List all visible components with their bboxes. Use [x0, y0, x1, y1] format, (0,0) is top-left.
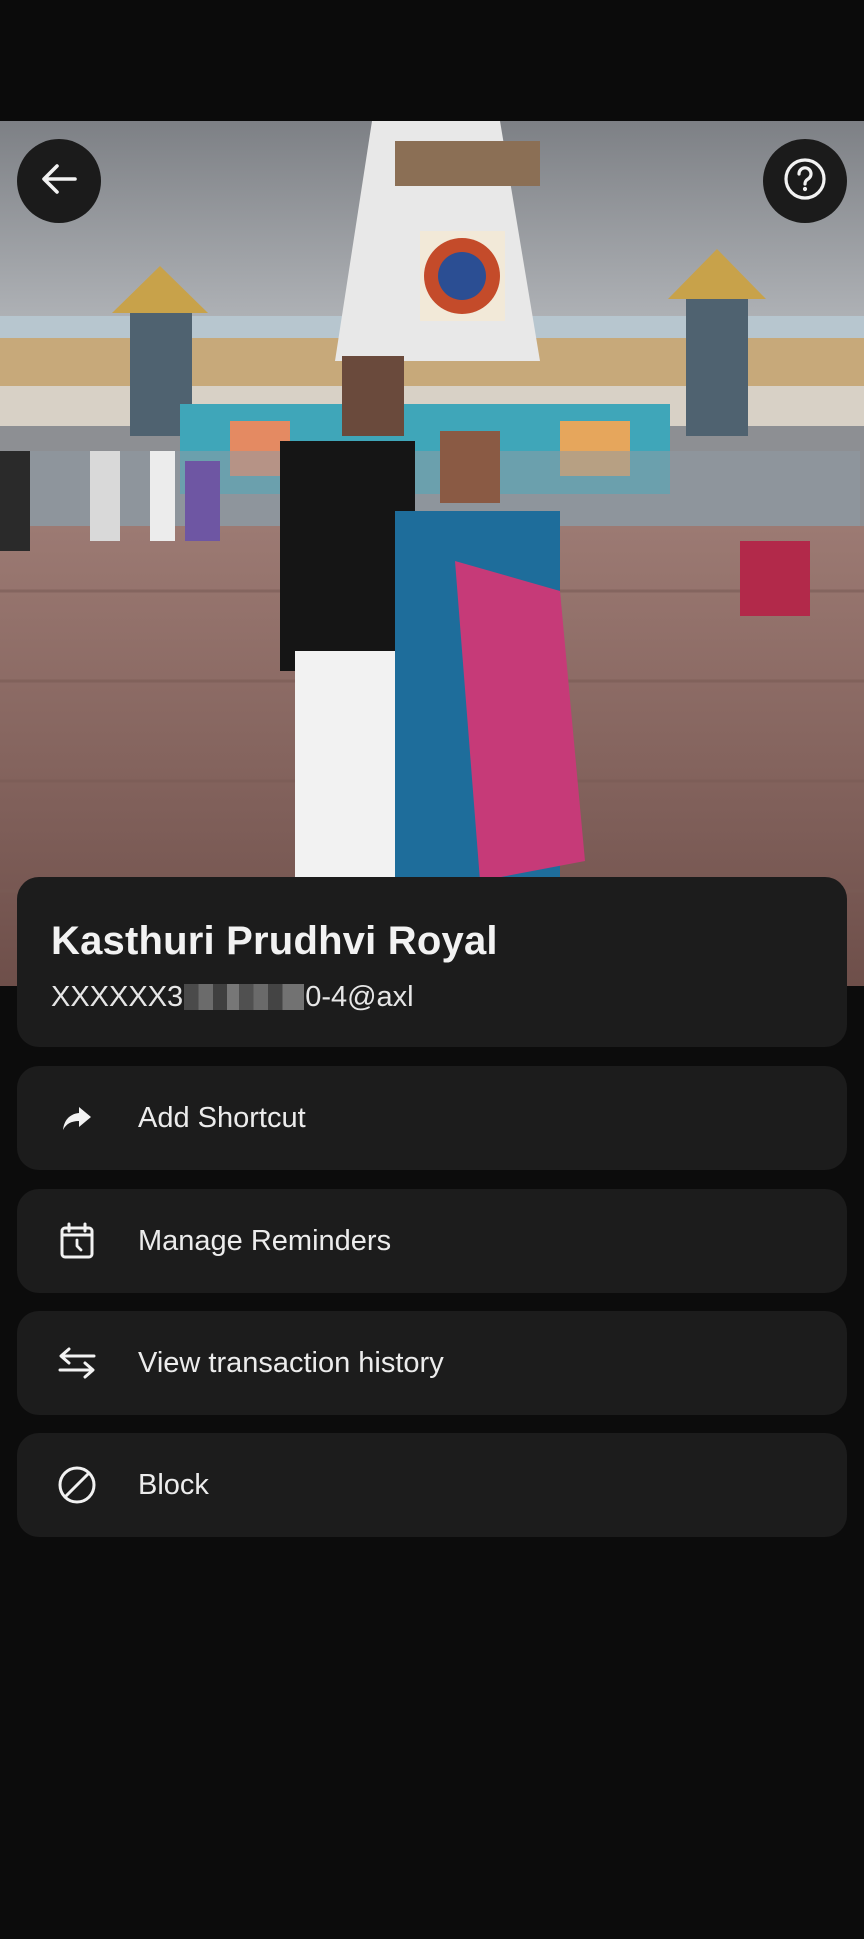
back-arrow-icon: [37, 157, 81, 206]
help-button[interactable]: [763, 139, 847, 223]
manage-reminders-button[interactable]: Manage Reminders: [17, 1189, 847, 1293]
share-arrow-icon: [51, 1092, 103, 1144]
block-icon: [51, 1459, 103, 1511]
upi-id: XXXXXX3 0-4@axl: [51, 977, 414, 1017]
add-shortcut-button[interactable]: Add Shortcut: [17, 1066, 847, 1170]
upi-id-prefix: XXXXXX3: [51, 980, 184, 1013]
add-shortcut-label: Add Shortcut: [138, 1101, 306, 1134]
manage-reminders-label: Manage Reminders: [138, 1224, 392, 1257]
upi-id-redacted: [184, 984, 305, 1010]
view-transaction-history-button[interactable]: View transaction history: [17, 1311, 847, 1415]
back-button[interactable]: [17, 139, 101, 223]
upi-id-suffix: 0-4@axl: [305, 980, 414, 1013]
help-icon: [782, 156, 828, 207]
profile-card: Kasthuri Prudhvi Royal XXXXXX3 0-4@axl: [17, 877, 847, 1047]
view-transaction-history-label: View transaction history: [138, 1346, 444, 1379]
block-label: Block: [138, 1468, 209, 1501]
contact-name: Kasthuri Prudhvi Royal: [51, 919, 498, 963]
block-button[interactable]: Block: [17, 1433, 847, 1537]
status-bar: [0, 0, 864, 121]
calendar-clock-icon: [51, 1215, 103, 1267]
swap-arrows-icon: [51, 1337, 103, 1389]
profile-photo: [0, 121, 864, 986]
